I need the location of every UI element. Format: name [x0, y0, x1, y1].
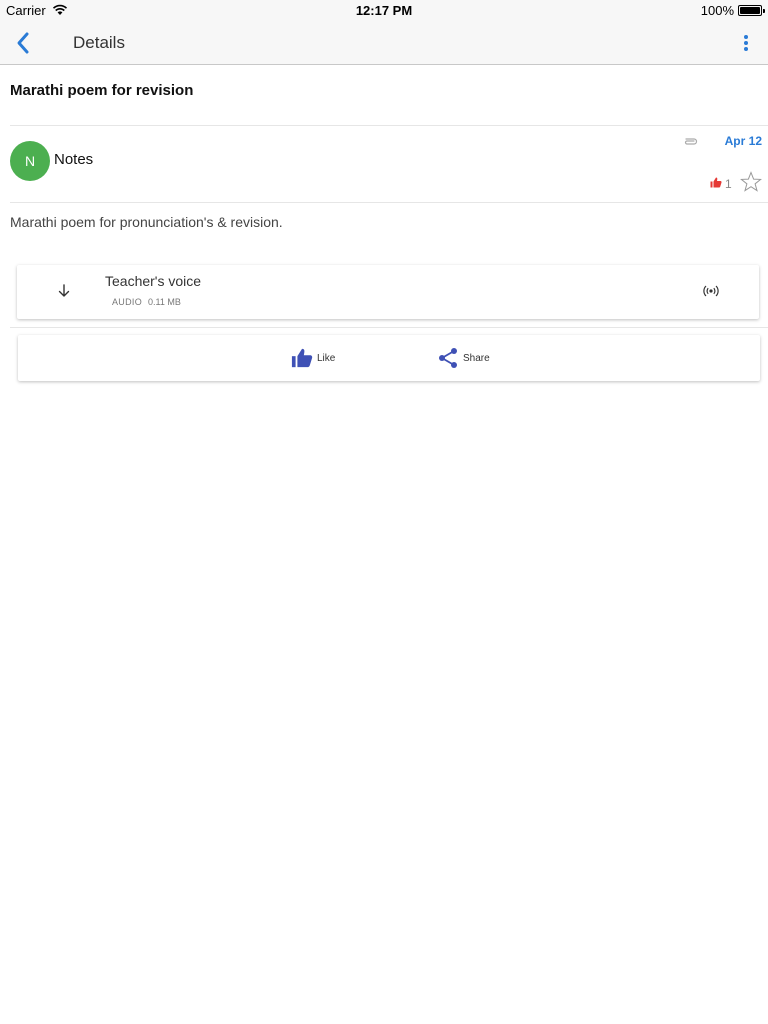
attachment-size: 0.11 MB [148, 297, 181, 307]
divider [10, 327, 768, 328]
star-icon[interactable] [739, 170, 763, 194]
like-count: 1 [725, 177, 732, 191]
share-icon [439, 348, 457, 368]
action-card: Like Share [18, 335, 760, 381]
divider [10, 202, 768, 203]
like-label: Like [317, 352, 336, 364]
page-title: Details [73, 33, 125, 52]
status-bar: Carrier 12:17 PM 100% [0, 0, 768, 20]
divider [10, 125, 768, 126]
avatar: N [10, 141, 50, 181]
share-button[interactable]: Share [437, 335, 490, 381]
attachment-card[interactable]: Teacher's voice AUDIO 0.11 MB [17, 265, 759, 319]
battery-percent: 100% [700, 3, 734, 18]
post-title: Marathi poem for revision [10, 82, 194, 99]
broadcast-icon[interactable] [703, 284, 719, 298]
clock: 12:17 PM [355, 3, 413, 18]
more-vertical-icon[interactable] [738, 30, 754, 56]
thumbs-up-icon [291, 348, 313, 368]
like-button[interactable]: Like [291, 335, 335, 381]
author-name: Notes [54, 151, 94, 168]
nav-bar: Details [0, 20, 768, 65]
post-date: Apr 12 [724, 134, 762, 148]
attachment-name: Teacher's voice [105, 273, 202, 289]
download-icon[interactable] [57, 283, 71, 299]
share-label: Share [463, 352, 490, 364]
paperclip-icon [684, 138, 698, 145]
attachment-type: AUDIO [112, 297, 143, 307]
post-description: Marathi poem for pronunciation's & revis… [10, 214, 283, 230]
battery-icon [738, 5, 765, 16]
thumbs-up-icon [710, 177, 722, 188]
back-button[interactable] [10, 29, 38, 57]
